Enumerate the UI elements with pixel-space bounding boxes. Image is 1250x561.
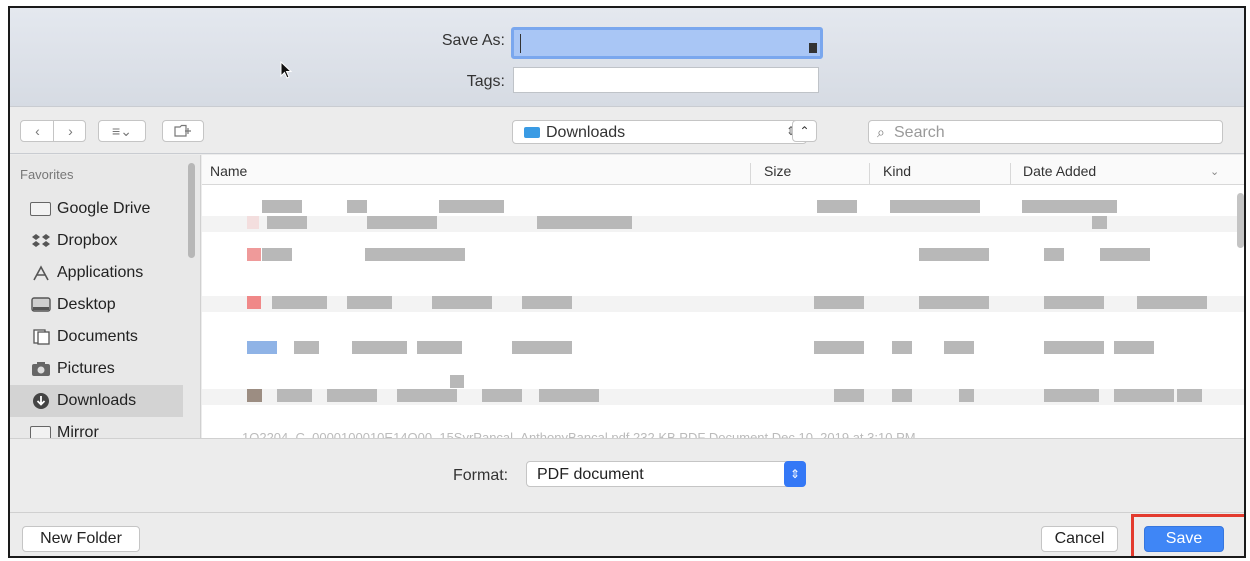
mouse-pointer-icon [280,61,293,79]
column-kind[interactable]: Kind [883,163,911,179]
sidebar-item-documents[interactable]: Documents [10,321,183,353]
list-item[interactable] [202,389,1244,405]
save-as-label: Save As: [441,32,505,49]
download-icon [30,393,51,409]
column-date-added[interactable]: Date Added [1023,163,1096,179]
list-item[interactable] [202,296,1244,312]
applications-icon [30,265,51,281]
new-folder-button[interactable]: New Folder [22,526,140,552]
tags-input[interactable] [513,67,819,93]
sidebar-item-google-drive[interactable]: Google Drive [10,193,183,225]
search-placeholder: Search [894,124,945,141]
search-field[interactable]: ⌕ Search [868,120,1223,144]
tags-label: Tags: [466,73,505,90]
camera-icon [30,361,51,377]
sidebar-item-label: Google Drive [57,200,151,217]
format-value: PDF document [537,466,644,483]
folder-icon [30,426,51,438]
save-dialog: Save As: Tags: ‹ › ≡⌄ Downloads ⇕ ⌃ ⌕ Se… [8,6,1246,558]
file-list: Name Size Kind Date Added ⌄ 1Q2204_C_000… [202,155,1244,438]
dropbox-icon [30,233,51,249]
bottom-bar: New Folder Cancel Save [10,514,1244,556]
list-item[interactable] [202,200,1244,216]
list-item[interactable] [202,341,1244,357]
list-item[interactable] [202,216,1244,232]
sidebar-item-label: Applications [57,264,144,281]
documents-icon [30,329,51,345]
save-as-input[interactable] [511,27,823,59]
view-menu-button[interactable]: ≡⌄ [98,120,146,142]
updown-arrows-icon: ⇕ [784,461,806,487]
desktop-icon [30,297,51,313]
location-label: Downloads [546,124,626,141]
format-bar: Format: PDF document ⇕ [10,438,1244,513]
column-header: Name Size Kind Date Added ⌄ [202,155,1244,185]
sidebar-item-label: Pictures [57,360,115,377]
list-item[interactable] [202,248,1244,264]
chevron-up-icon: ⌃ [799,124,810,138]
toolbar: ‹ › ≡⌄ Downloads ⇕ ⌃ ⌕ Search [10,107,1244,154]
sidebar-item-desktop[interactable]: Desktop [10,289,183,321]
sidebar-item-label: Downloads [57,392,137,409]
folder-icon [524,127,540,138]
sidebar-heading: Favorites [20,167,74,182]
new-folder-toolbar-button[interactable] [162,120,204,142]
format-label: Format: [453,467,509,484]
folder-icon [30,202,51,216]
sidebar-item-applications[interactable]: Applications [10,257,183,289]
sidebar-item-label: Documents [57,328,138,345]
list-view-icon: ≡⌄ [112,122,132,139]
sidebar-item-pictures[interactable]: Pictures [10,353,183,385]
column-name[interactable]: Name [210,163,247,179]
back-forward-control: ‹ › [20,120,86,142]
chevron-left-icon[interactable]: ‹ [21,123,54,139]
location-popup[interactable]: Downloads ⇕ [512,120,807,144]
sidebar-item-label: Dropbox [57,232,118,249]
search-icon: ⌕ [877,124,885,140]
partial-list-item: 1Q2204_C_0000100010E14Q00_15SyrPancal_An… [242,430,916,438]
column-size[interactable]: Size [764,163,791,179]
cancel-button[interactable]: Cancel [1041,526,1118,552]
list-item[interactable] [202,375,1244,391]
sidebar-scrollbar[interactable] [188,163,195,258]
sidebar-item-label: Mirror [57,424,99,438]
sidebar-item-dropbox[interactable]: Dropbox [10,225,183,257]
save-highlight-box [1131,514,1244,556]
expand-collapse-button[interactable]: ⌃ [792,120,817,142]
format-select[interactable]: PDF document ⇕ [526,461,806,487]
save-header: Save As: Tags: [10,8,1244,107]
sidebar-item-downloads[interactable]: Downloads [10,385,183,417]
folder-plus-icon [174,124,191,137]
sidebar-item-label: Desktop [57,296,116,313]
sidebar: Favorites Google Drive Dropbox Applicati… [10,155,201,438]
sidebar-item-mirror[interactable]: Mirror [10,417,183,438]
chevron-down-icon: ⌄ [1210,166,1220,178]
resize-grip-icon [809,43,817,53]
file-list-scrollbar[interactable] [1237,193,1244,248]
chevron-right-icon[interactable]: › [54,123,87,139]
